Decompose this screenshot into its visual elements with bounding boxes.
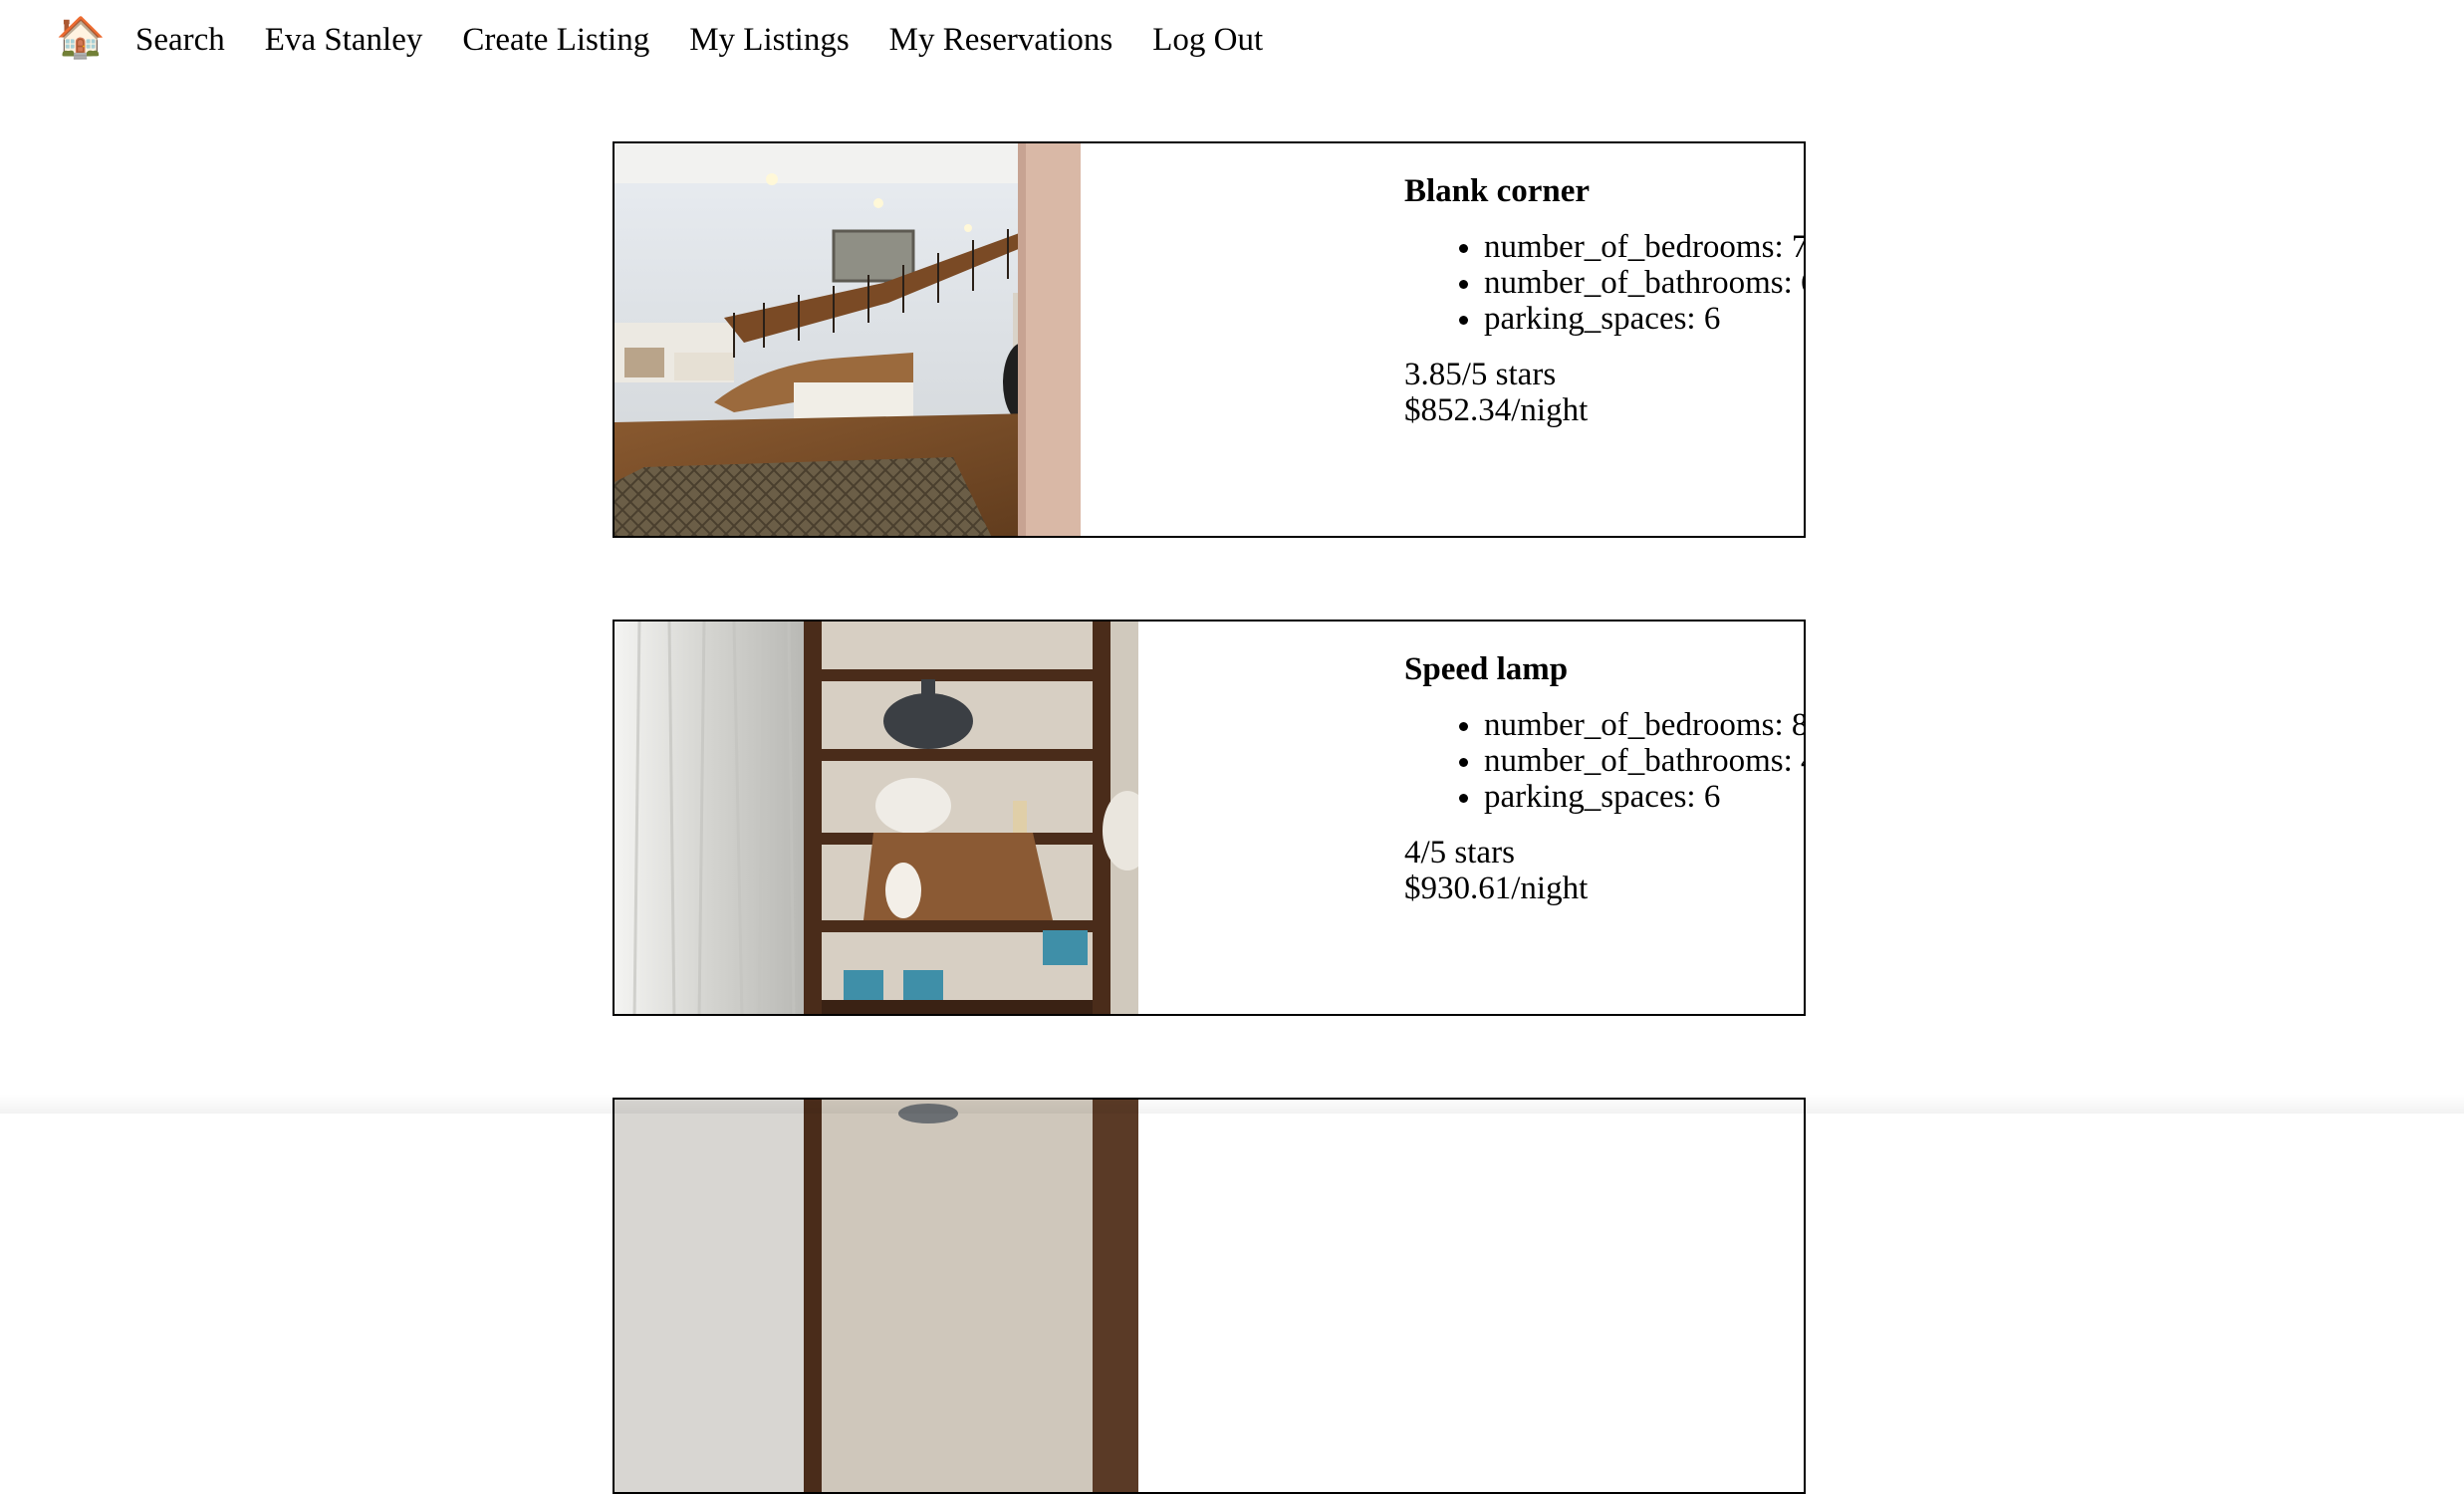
feature-parking: parking_spaces: 6 xyxy=(1484,779,1804,815)
listing-card[interactable]: Speed lamp number_of_bedrooms: 8 number_… xyxy=(613,620,1806,1016)
feature-parking: parking_spaces: 6 xyxy=(1484,301,1804,337)
nav-my-reservations-link[interactable]: My Reservations xyxy=(889,22,1113,59)
top-nav: 🏠 Search Eva Stanley Create Listing My L… xyxy=(56,10,1303,70)
nav-logout-link[interactable]: Log Out xyxy=(1152,22,1263,59)
listing-rating: 4/5 stars xyxy=(1404,835,1515,871)
nav-my-listings-link[interactable]: My Listings xyxy=(689,22,849,59)
listing-photo[interactable] xyxy=(615,143,1081,536)
listing-title[interactable]: Speed lamp xyxy=(1404,651,1804,687)
listing-card[interactable]: Blank corner number_of_bedrooms: 7 numbe… xyxy=(613,141,1806,538)
feature-bedrooms: number_of_bedrooms: 8 xyxy=(1484,707,1804,743)
listing-price: $930.61/night xyxy=(1404,871,1589,906)
listing-card[interactable] xyxy=(613,1098,1806,1494)
nav-search-link[interactable]: Search xyxy=(135,22,225,59)
house-icon[interactable]: 🏠 xyxy=(56,18,106,62)
listing-features: number_of_bedrooms: 7 number_of_bathroom… xyxy=(1404,229,1804,337)
listing-info: Speed lamp number_of_bedrooms: 8 number_… xyxy=(1404,651,1804,906)
listing-photo[interactable] xyxy=(615,1100,1138,1492)
listing-title[interactable]: Blank corner xyxy=(1404,173,1804,209)
listing-photo[interactable] xyxy=(615,622,1138,1014)
feature-bedrooms: number_of_bedrooms: 7 xyxy=(1484,229,1804,265)
feature-bathrooms: number_of_bathrooms: 4 xyxy=(1484,743,1804,779)
nav-create-listing-link[interactable]: Create Listing xyxy=(462,22,649,59)
page-bottom-shadow xyxy=(0,1094,2464,1114)
shelf-decor-photo xyxy=(615,1100,1138,1492)
feature-bathrooms: number_of_bathrooms: 6 xyxy=(1484,265,1804,301)
listing-rating: 3.85/5 stars xyxy=(1404,357,1557,392)
shelf-decor-photo xyxy=(615,622,1138,1014)
listing-features: number_of_bedrooms: 8 number_of_bathroom… xyxy=(1404,707,1804,815)
listing-price: $852.34/night xyxy=(1404,392,1589,428)
nav-user-link[interactable]: Eva Stanley xyxy=(265,22,423,59)
staircase-foyer-photo xyxy=(615,143,1081,536)
listing-info: Blank corner number_of_bedrooms: 7 numbe… xyxy=(1404,173,1804,428)
